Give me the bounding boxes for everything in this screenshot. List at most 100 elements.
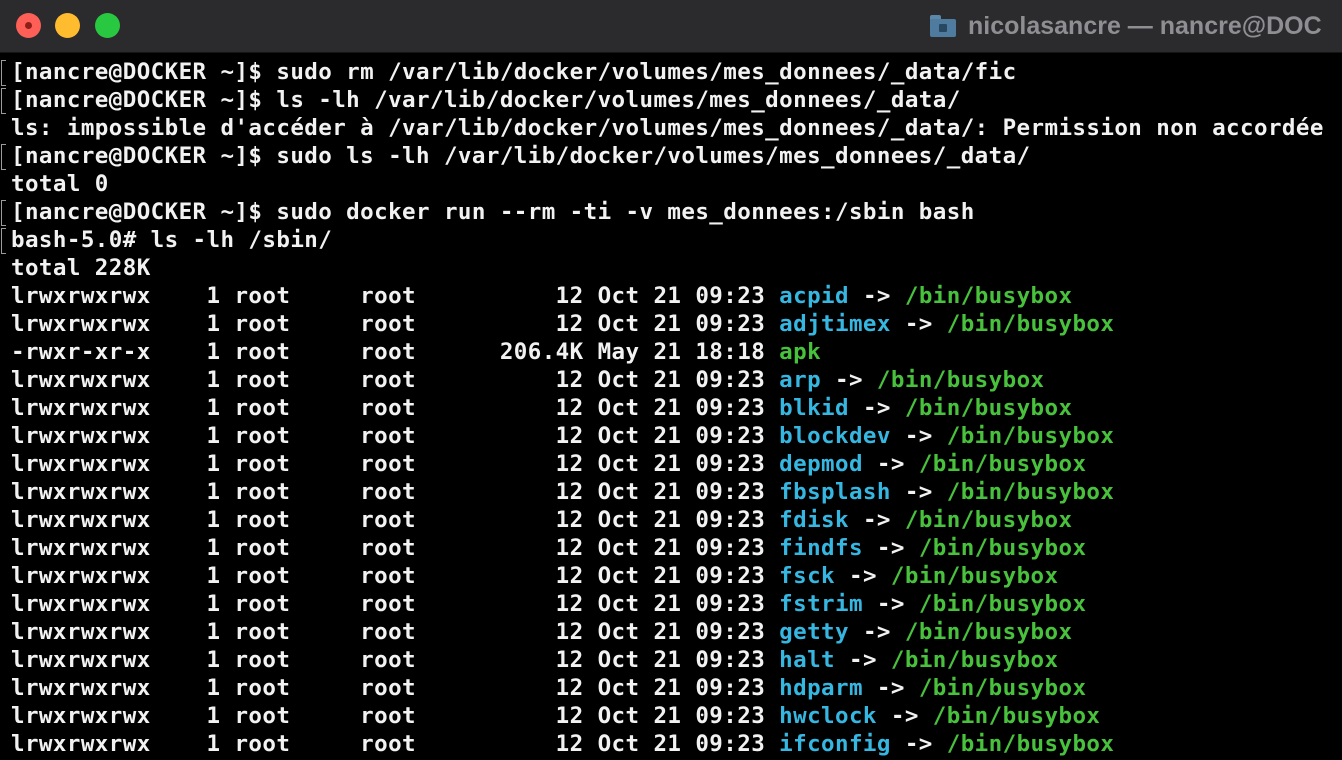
terminal-line: total 228K bbox=[11, 255, 151, 281]
symlink-arrow: -> bbox=[890, 423, 947, 449]
file-meta: lrwxrwxrwx 1 root root 12 Oct 21 09:23 bbox=[11, 675, 780, 701]
terminal-window: nicolasancre — nancre@DOC [nancre@DOCKER… bbox=[0, 0, 1342, 760]
symlink-target: /bin/busybox bbox=[876, 367, 1045, 393]
window-title: nicolasancre — nancre@DOC bbox=[930, 10, 1322, 42]
minimize-button[interactable] bbox=[55, 13, 80, 38]
symlink-arrow: -> bbox=[862, 535, 919, 561]
symlink-arrow: -> bbox=[848, 395, 905, 421]
file-meta: lrwxrwxrwx 1 root root 12 Oct 21 09:23 bbox=[11, 283, 780, 309]
symlink-arrow: -> bbox=[876, 703, 933, 729]
listing-row: lrwxrwxrwx 1 root root 12 Oct 21 09:23 f… bbox=[0, 478, 1342, 506]
file-meta: lrwxrwxrwx 1 root root 12 Oct 21 09:23 bbox=[11, 731, 780, 757]
listing-row: lrwxrwxrwx 1 root root 12 Oct 21 09:23 a… bbox=[0, 366, 1342, 394]
terminal-line: [nancre@DOCKER ~]$ sudo ls -lh /var/lib/… bbox=[0, 142, 1342, 170]
file-name: acpid bbox=[779, 283, 849, 309]
symlink-arrow: -> bbox=[890, 479, 947, 505]
terminal-line: total 0 bbox=[11, 171, 109, 197]
terminal-line: ls: impossible d'accéder à /var/lib/dock… bbox=[11, 115, 1324, 141]
symlink-arrow: -> bbox=[862, 591, 919, 617]
title-bar[interactable]: nicolasancre — nancre@DOC bbox=[0, 0, 1342, 53]
symlink-target: /bin/busybox bbox=[890, 647, 1059, 673]
file-meta: lrwxrwxrwx 1 root root 12 Oct 21 09:23 bbox=[11, 703, 780, 729]
symlink-target: /bin/busybox bbox=[904, 619, 1073, 645]
file-name: arp bbox=[779, 367, 822, 393]
file-meta: lrwxrwxrwx 1 root root 12 Oct 21 09:23 bbox=[11, 591, 780, 617]
symlink-target: /bin/busybox bbox=[918, 451, 1087, 477]
symlink-arrow: -> bbox=[848, 507, 905, 533]
file-meta: lrwxrwxrwx 1 root root 12 Oct 21 09:23 bbox=[11, 563, 780, 589]
file-name: getty bbox=[779, 619, 849, 645]
symlink-arrow: -> bbox=[890, 731, 947, 757]
file-name: fbsplash bbox=[779, 479, 891, 505]
file-name: fstrim bbox=[779, 591, 863, 617]
file-meta: lrwxrwxrwx 1 root root 12 Oct 21 09:23 bbox=[11, 507, 780, 533]
symlink-arrow: -> bbox=[835, 647, 891, 673]
symlink-target: /bin/busybox bbox=[946, 311, 1115, 337]
listing-row: lrwxrwxrwx 1 root root 12 Oct 21 09:23 a… bbox=[0, 310, 1342, 338]
window-title-text: nicolasancre — nancre@DOC bbox=[968, 11, 1322, 40]
symlink-arrow: -> bbox=[862, 451, 919, 477]
symlink-target: /bin/busybox bbox=[918, 675, 1087, 701]
terminal-line: [nancre@DOCKER ~]$ sudo rm /var/lib/dock… bbox=[0, 58, 1342, 86]
symlink-target: /bin/busybox bbox=[932, 703, 1101, 729]
file-name: adjtimex bbox=[779, 311, 891, 337]
symlink-target: /bin/busybox bbox=[946, 479, 1115, 505]
file-name: hwclock bbox=[779, 703, 877, 729]
listing-row: lrwxrwxrwx 1 root root 12 Oct 21 09:23 f… bbox=[0, 562, 1342, 590]
symlink-target: /bin/busybox bbox=[946, 423, 1115, 449]
file-meta: lrwxrwxrwx 1 root root 12 Oct 21 09:23 bbox=[11, 451, 780, 477]
symlink-target: /bin/busybox bbox=[904, 395, 1073, 421]
terminal-line: [nancre@DOCKER ~]$ ls -lh /var/lib/docke… bbox=[0, 86, 1342, 114]
symlink-arrow: -> bbox=[848, 283, 905, 309]
listing-row: lrwxrwxrwx 1 root root 12 Oct 21 09:23 h… bbox=[0, 674, 1342, 702]
file-name: fsck bbox=[779, 563, 836, 589]
listing-row: lrwxrwxrwx 1 root root 12 Oct 21 09:23 h… bbox=[0, 702, 1342, 730]
listing-row: lrwxrwxrwx 1 root root 12 Oct 21 09:23 g… bbox=[0, 618, 1342, 646]
terminal-output[interactable]: [nancre@DOCKER ~]$ sudo rm /var/lib/dock… bbox=[0, 58, 1342, 758]
file-listing: lrwxrwxrwx 1 root root 12 Oct 21 09:23 a… bbox=[0, 282, 1342, 758]
listing-row: lrwxrwxrwx 1 root root 12 Oct 21 09:23 i… bbox=[0, 730, 1342, 758]
zoom-button[interactable] bbox=[95, 13, 120, 38]
file-name: depmod bbox=[779, 451, 863, 477]
file-name: findfs bbox=[779, 535, 863, 561]
listing-row: lrwxrwxrwx 1 root root 12 Oct 21 09:23 b… bbox=[0, 394, 1342, 422]
listing-row: lrwxrwxrwx 1 root root 12 Oct 21 09:23 b… bbox=[0, 422, 1342, 450]
close-button[interactable] bbox=[16, 13, 41, 38]
file-name: apk bbox=[779, 339, 822, 365]
file-meta: -rwxr-xr-x 1 root root 206.4K May 21 18:… bbox=[11, 339, 780, 365]
symlink-arrow: -> bbox=[821, 367, 877, 393]
file-meta: lrwxrwxrwx 1 root root 12 Oct 21 09:23 bbox=[11, 619, 780, 645]
symlink-arrow: -> bbox=[835, 563, 891, 589]
listing-row: lrwxrwxrwx 1 root root 12 Oct 21 09:23 h… bbox=[0, 646, 1342, 674]
listing-row: lrwxrwxrwx 1 root root 12 Oct 21 09:23 f… bbox=[0, 590, 1342, 618]
symlink-arrow: -> bbox=[862, 675, 919, 701]
listing-row: lrwxrwxrwx 1 root root 12 Oct 21 09:23 f… bbox=[0, 534, 1342, 562]
symlink-target: /bin/busybox bbox=[890, 563, 1059, 589]
file-name: fdisk bbox=[779, 507, 849, 533]
listing-row: -rwxr-xr-x 1 root root 206.4K May 21 18:… bbox=[0, 338, 1342, 366]
listing-row: lrwxrwxrwx 1 root root 12 Oct 21 09:23 a… bbox=[0, 282, 1342, 310]
file-name: hdparm bbox=[779, 675, 863, 701]
symlink-target: /bin/busybox bbox=[904, 507, 1073, 533]
symlink-arrow: -> bbox=[890, 311, 947, 337]
file-meta: lrwxrwxrwx 1 root root 12 Oct 21 09:23 bbox=[11, 647, 780, 673]
file-name: blkid bbox=[779, 395, 849, 421]
file-meta: lrwxrwxrwx 1 root root 12 Oct 21 09:23 bbox=[11, 479, 780, 505]
symlink-arrow: -> bbox=[848, 619, 905, 645]
file-name: blockdev bbox=[779, 423, 891, 449]
terminal-line: bash-5.0# ls -lh /sbin/ bbox=[0, 226, 1342, 254]
file-meta: lrwxrwxrwx 1 root root 12 Oct 21 09:23 bbox=[11, 311, 780, 337]
file-meta: lrwxrwxrwx 1 root root 12 Oct 21 09:23 bbox=[11, 395, 780, 421]
listing-row: lrwxrwxrwx 1 root root 12 Oct 21 09:23 f… bbox=[0, 506, 1342, 534]
symlink-target: /bin/busybox bbox=[918, 535, 1087, 561]
file-meta: lrwxrwxrwx 1 root root 12 Oct 21 09:23 bbox=[11, 423, 780, 449]
listing-row: lrwxrwxrwx 1 root root 12 Oct 21 09:23 d… bbox=[0, 450, 1342, 478]
file-meta: lrwxrwxrwx 1 root root 12 Oct 21 09:23 bbox=[11, 367, 780, 393]
symlink-target: /bin/busybox bbox=[918, 591, 1087, 617]
file-name: halt bbox=[779, 647, 836, 673]
symlink-target: /bin/busybox bbox=[946, 731, 1115, 757]
symlink-target: /bin/busybox bbox=[904, 283, 1073, 309]
folder-icon bbox=[930, 15, 956, 37]
terminal-line: [nancre@DOCKER ~]$ sudo docker run --rm … bbox=[0, 198, 1342, 226]
file-meta: lrwxrwxrwx 1 root root 12 Oct 21 09:23 bbox=[11, 535, 780, 561]
